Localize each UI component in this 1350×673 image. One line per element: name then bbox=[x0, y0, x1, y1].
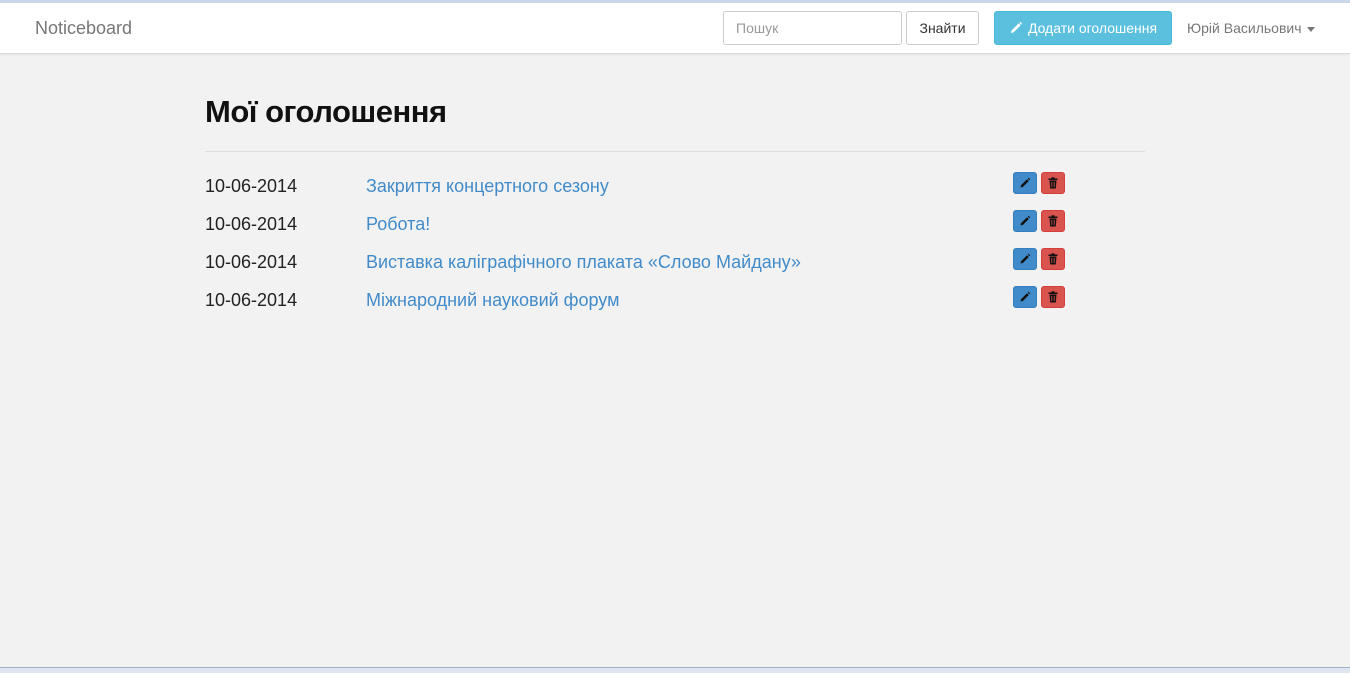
pencil-icon bbox=[1020, 215, 1031, 226]
search-button[interactable]: Знайти bbox=[906, 11, 979, 45]
delete-button[interactable] bbox=[1041, 248, 1065, 270]
taskbar-edge bbox=[0, 667, 1350, 673]
edit-button[interactable] bbox=[1013, 172, 1037, 194]
user-name: Юрій Васильович bbox=[1187, 20, 1302, 36]
announcement-date: 10-06-2014 bbox=[205, 252, 298, 272]
pencil-icon bbox=[1009, 21, 1023, 35]
list-item: 10-06-2014 Робота! bbox=[205, 207, 1065, 245]
trash-icon bbox=[1048, 291, 1058, 303]
trash-icon bbox=[1048, 177, 1058, 189]
delete-button[interactable] bbox=[1041, 172, 1065, 194]
list-item: 10-06-2014 Виставка каліграфічного плака… bbox=[205, 245, 1065, 283]
announcement-link[interactable]: Міжнародний науковий форум bbox=[366, 290, 619, 311]
announcement-link[interactable]: Робота! bbox=[366, 214, 430, 235]
brand-link[interactable]: Noticeboard bbox=[35, 18, 132, 39]
list-item: 10-06-2014 Міжнародний науковий форум bbox=[205, 283, 1065, 321]
caret-down-icon bbox=[1306, 26, 1315, 32]
edit-button[interactable] bbox=[1013, 286, 1037, 308]
pencil-icon bbox=[1020, 291, 1031, 302]
list-item: 10-06-2014 Закриття концертного сезону bbox=[205, 169, 1065, 207]
trash-icon bbox=[1048, 215, 1058, 227]
announcement-date: 10-06-2014 bbox=[205, 290, 298, 310]
pencil-icon bbox=[1020, 177, 1031, 188]
announcement-date: 10-06-2014 bbox=[205, 214, 298, 234]
page-title: Мої оголошення bbox=[205, 94, 447, 129]
edit-button[interactable] bbox=[1013, 210, 1037, 232]
edit-button[interactable] bbox=[1013, 248, 1037, 270]
announcement-link[interactable]: Виставка каліграфічного плаката «Слово М… bbox=[366, 252, 801, 273]
announcement-link[interactable]: Закриття концертного сезону bbox=[366, 176, 609, 197]
announcement-date: 10-06-2014 bbox=[205, 176, 298, 196]
trash-icon bbox=[1048, 253, 1058, 265]
user-menu[interactable]: Юрій Васильович bbox=[1187, 20, 1315, 36]
search-input[interactable] bbox=[723, 11, 902, 45]
announcement-list: 10-06-2014 Закриття концертного сезону 1… bbox=[205, 169, 1065, 321]
add-announcement-label: Додати оголошення bbox=[1027, 20, 1158, 36]
navbar: Noticeboard Знайти Додати оголошення Юрі… bbox=[0, 3, 1350, 54]
divider bbox=[205, 151, 1145, 152]
delete-button[interactable] bbox=[1041, 286, 1065, 308]
delete-button[interactable] bbox=[1041, 210, 1065, 232]
add-announcement-button[interactable]: Додати оголошення bbox=[994, 11, 1172, 45]
pencil-icon bbox=[1020, 253, 1031, 264]
